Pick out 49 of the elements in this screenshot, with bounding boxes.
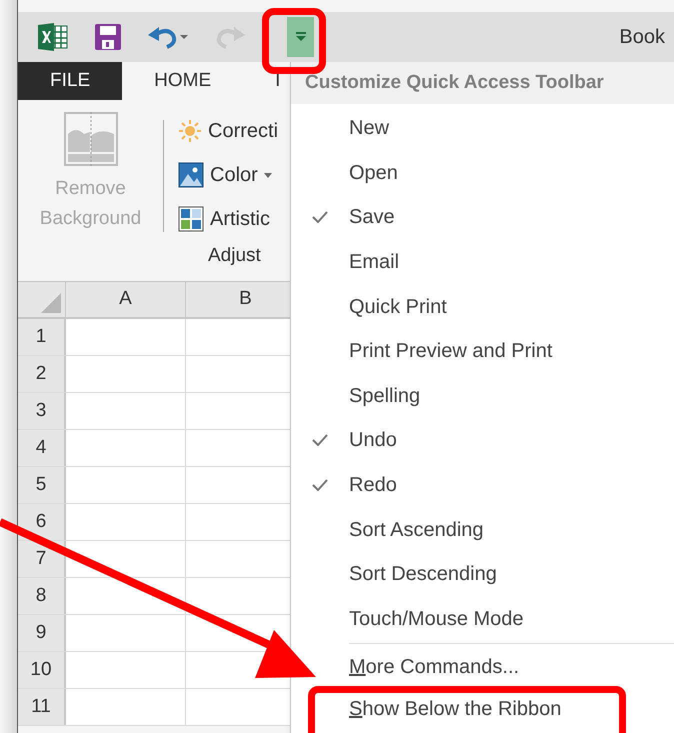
caret-icon xyxy=(264,172,272,178)
menu-item[interactable]: Show Below the Ribbon xyxy=(349,694,562,724)
menu-item[interactable]: Save xyxy=(291,195,674,240)
grid-cell[interactable] xyxy=(66,319,186,355)
row-header[interactable]: 10 xyxy=(18,652,66,688)
ribbon-command[interactable]: Color xyxy=(210,160,258,190)
dropdown-icon xyxy=(296,32,306,42)
select-all-icon[interactable] xyxy=(41,293,61,313)
menu-item[interactable]: Open xyxy=(291,150,674,196)
menu-item[interactable]: Email xyxy=(291,240,674,284)
row-header[interactable]: 5 xyxy=(18,467,66,503)
column-header[interactable]: A xyxy=(66,282,186,317)
artistic-effects-icon xyxy=(178,206,204,232)
grid-cell[interactable] xyxy=(66,652,186,688)
grid-cell[interactable] xyxy=(66,356,186,392)
grid-cell[interactable] xyxy=(66,689,186,725)
row-header[interactable]: 11 xyxy=(18,689,66,725)
grid-cell[interactable] xyxy=(66,467,186,503)
image-icon xyxy=(178,162,204,188)
menu-item[interactable]: More Commands... xyxy=(349,652,520,682)
menu-item[interactable]: Sort Ascending xyxy=(291,507,674,552)
menu-item[interactable]: Spelling xyxy=(291,374,674,418)
menu-item[interactable]: Undo xyxy=(291,418,674,463)
sun-icon xyxy=(178,119,202,143)
highlight-frame xyxy=(262,8,326,74)
ribbon-tab[interactable]: FILE xyxy=(18,62,122,100)
row-header[interactable]: 3 xyxy=(18,393,66,429)
menu-item[interactable]: Redo xyxy=(291,462,674,508)
row-header[interactable]: 8 xyxy=(18,578,66,614)
row-header[interactable]: 2 xyxy=(18,356,66,392)
menu-item[interactable]: Print Preview and Print xyxy=(291,328,674,374)
menu-item[interactable]: New xyxy=(291,106,674,151)
menu-item[interactable]: Sort Descending xyxy=(291,552,674,597)
grid-cell[interactable] xyxy=(66,615,186,651)
row-header[interactable]: 9 xyxy=(18,615,66,651)
row-header[interactable]: 1 xyxy=(18,319,66,355)
remove-background-icon xyxy=(64,112,118,166)
spreadsheet-app-icon[interactable] xyxy=(37,23,69,51)
row-header[interactable]: 4 xyxy=(18,430,66,466)
group-label: Adjust xyxy=(208,244,261,268)
menu-item[interactable]: Touch/Mouse Mode xyxy=(291,596,674,642)
window-title: Book xyxy=(619,25,665,50)
grid-cell[interactable] xyxy=(66,393,186,429)
customize-toolbar-button[interactable] xyxy=(287,17,314,57)
grid-cell[interactable] xyxy=(66,430,186,466)
save-icon[interactable] xyxy=(94,23,122,51)
ribbon-command[interactable]: Artistic xyxy=(210,204,270,234)
ribbon-command[interactable]: Correcti xyxy=(208,116,278,146)
grid-cell[interactable] xyxy=(66,504,186,540)
